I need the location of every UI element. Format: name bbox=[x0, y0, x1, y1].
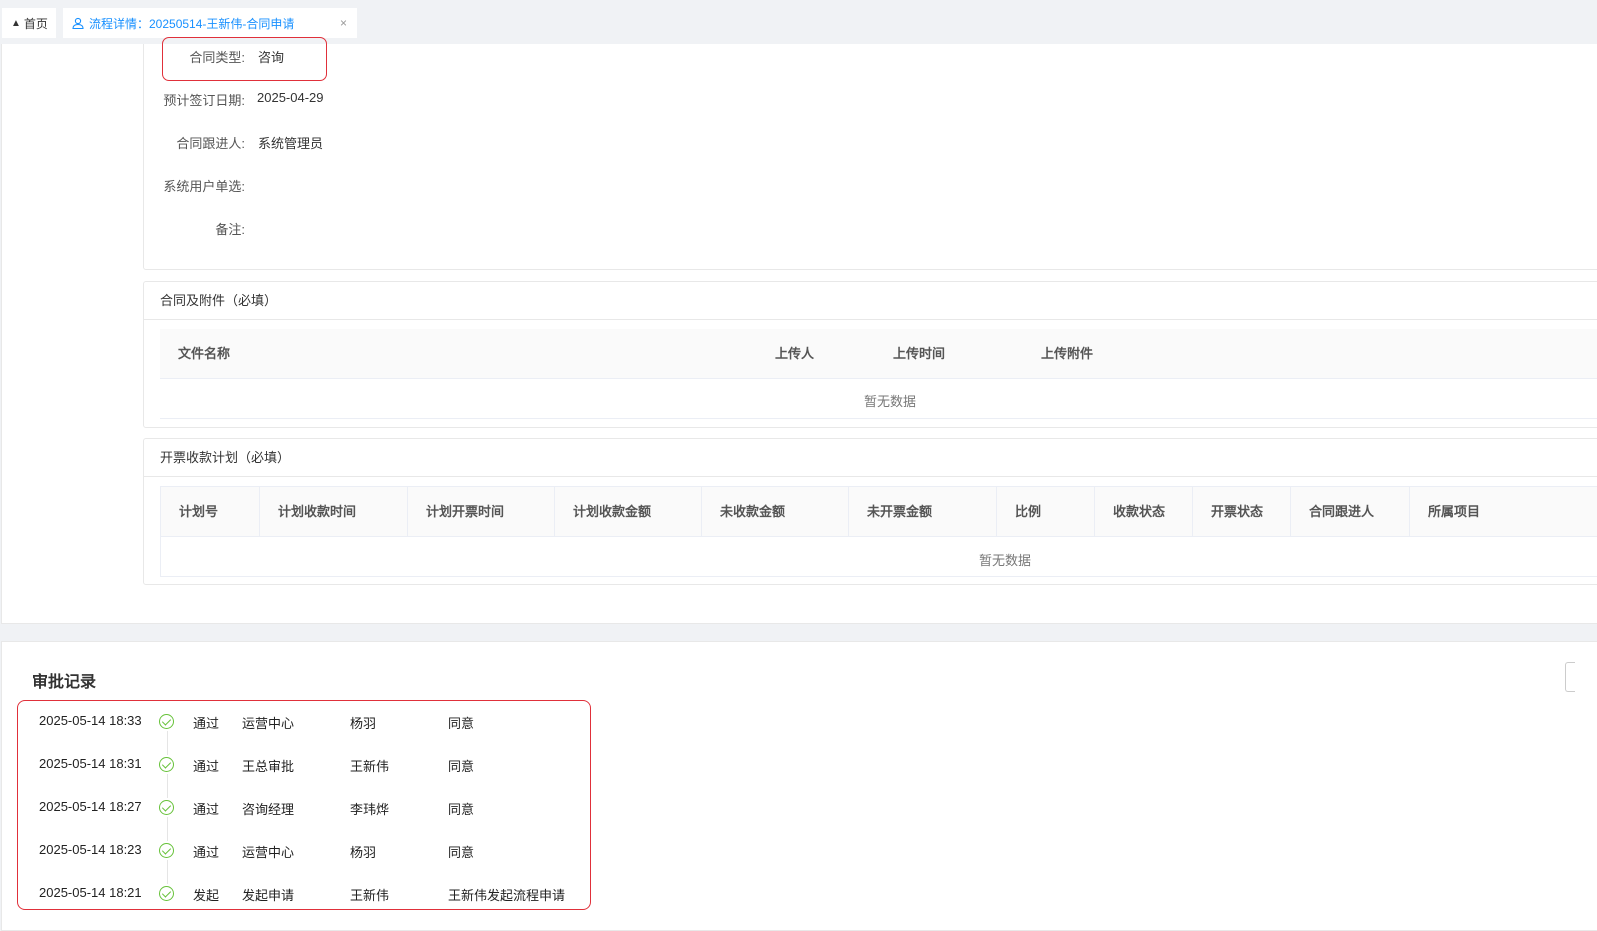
record-comment: 同意 bbox=[448, 759, 475, 774]
col-contract-follower: 合同跟进人 bbox=[1290, 487, 1409, 537]
check-circle-icon bbox=[159, 886, 174, 901]
col-file-name: 文件名称 bbox=[178, 346, 231, 361]
tab-process-detail[interactable]: 流程详情：20250514-王新伟-合同申请 × bbox=[63, 8, 357, 38]
tab-process-detail-label: 流程详情：20250514-王新伟-合同申请 bbox=[89, 16, 295, 31]
timeline-connector bbox=[167, 860, 168, 884]
col-plan-no: 计划号 bbox=[179, 504, 219, 519]
col-plan-receipt-time: 计划收款时间 bbox=[259, 487, 407, 537]
record-time: 2025-05-14 18:21 bbox=[39, 885, 142, 900]
check-circle-icon bbox=[159, 757, 174, 772]
user-icon bbox=[72, 17, 84, 29]
attachments-table-header: 文件名称 上传人 上传时间 上传附件 bbox=[160, 329, 1597, 379]
record-node: 运营中心 bbox=[242, 716, 295, 731]
record-person: 杨羽 bbox=[350, 845, 377, 860]
tab-home[interactable]: ▲ 首页 bbox=[2, 8, 56, 38]
attachments-section: 合同及附件（必填） 文件名称 上传人 上传时间 上传附件 暂无数据 bbox=[143, 281, 1597, 428]
record-comment: 同意 bbox=[448, 802, 475, 817]
record-person: 王新伟 bbox=[350, 888, 390, 903]
record-action: 发起 bbox=[193, 888, 220, 903]
col-plan-receipt-amount: 计划收款金额 bbox=[554, 487, 701, 537]
record-time: 2025-05-14 18:27 bbox=[39, 799, 142, 814]
check-circle-icon bbox=[159, 843, 174, 858]
follower-value: 系统管理员 bbox=[258, 136, 324, 151]
home-icon: ▲ bbox=[11, 17, 21, 29]
attachments-table: 文件名称 上传人 上传时间 上传附件 暂无数据 bbox=[160, 329, 1597, 419]
side-collapse-button[interactable] bbox=[1565, 662, 1575, 692]
check-circle-icon bbox=[159, 800, 174, 815]
invoice-plan-table-header: 计划号 计划收款时间 计划开票时间 计划收款金额 未收款金额 未开票金额 比例 … bbox=[161, 487, 1597, 537]
invoice-plan-section: 开票收款计划（必填） 计划号 计划收款时间 计划开票时间 计划收款金额 未收款金… bbox=[143, 438, 1597, 585]
col-uploader: 上传人 bbox=[775, 346, 815, 361]
record-node: 运营中心 bbox=[242, 845, 295, 860]
timeline-connector bbox=[167, 774, 168, 798]
close-icon[interactable]: × bbox=[340, 16, 347, 30]
check-circle-icon bbox=[159, 714, 174, 729]
record-action: 通过 bbox=[193, 759, 220, 774]
record-comment: 同意 bbox=[448, 845, 475, 860]
col-unreceived-amount: 未收款金额 bbox=[701, 487, 848, 537]
record-action: 通过 bbox=[193, 802, 220, 817]
timeline-connector bbox=[167, 817, 168, 841]
record-time: 2025-05-14 18:33 bbox=[39, 713, 142, 728]
record-comment: 王新伟发起流程申请 bbox=[448, 888, 566, 903]
sign-date-value: 2025-04-29 bbox=[257, 90, 324, 105]
col-uninvoiced-amount: 未开票金额 bbox=[848, 487, 996, 537]
record-action: 通过 bbox=[193, 845, 220, 860]
col-project: 所属项目 bbox=[1409, 487, 1597, 537]
col-upload-time: 上传时间 bbox=[893, 346, 946, 361]
record-node: 王总审批 bbox=[242, 759, 295, 774]
record-action: 通过 bbox=[193, 716, 220, 731]
col-upload-attachment: 上传附件 bbox=[1041, 346, 1094, 361]
approval-records-title: 审批记录 bbox=[32, 674, 97, 691]
col-ratio: 比例 bbox=[996, 487, 1094, 537]
record-comment: 同意 bbox=[448, 716, 475, 731]
basic-info-section bbox=[143, 44, 1597, 270]
invoice-plan-title: 开票收款计划（必填） bbox=[144, 439, 1597, 477]
approval-records-card: 审批记录 2025-05-14 18:33 通过 运营中心 杨羽 同意 2025… bbox=[1, 641, 1597, 931]
attachments-title: 合同及附件（必填） bbox=[144, 282, 1597, 320]
tab-home-label: 首页 bbox=[23, 16, 48, 31]
col-plan-invoice-time: 计划开票时间 bbox=[407, 487, 554, 537]
record-person: 杨羽 bbox=[350, 716, 377, 731]
record-time: 2025-05-14 18:31 bbox=[39, 756, 142, 771]
invoice-plan-empty-text: 暂无数据 bbox=[979, 553, 1032, 568]
contract-type-highlight bbox=[162, 37, 327, 81]
invoice-plan-table: 计划号 计划收款时间 计划开票时间 计划收款金额 未收款金额 未开票金额 比例 … bbox=[160, 486, 1597, 577]
attachments-table-bottom-border bbox=[160, 418, 1597, 419]
record-node: 发起申请 bbox=[242, 888, 295, 903]
col-invoice-status: 开票状态 bbox=[1192, 487, 1290, 537]
timeline-connector bbox=[167, 731, 168, 755]
attachments-empty-text: 暂无数据 bbox=[864, 394, 917, 409]
record-person: 李玮烨 bbox=[350, 802, 390, 817]
col-receipt-status: 收款状态 bbox=[1094, 487, 1192, 537]
record-time: 2025-05-14 18:23 bbox=[39, 842, 142, 857]
record-person: 王新伟 bbox=[350, 759, 390, 774]
record-node: 咨询经理 bbox=[242, 802, 295, 817]
